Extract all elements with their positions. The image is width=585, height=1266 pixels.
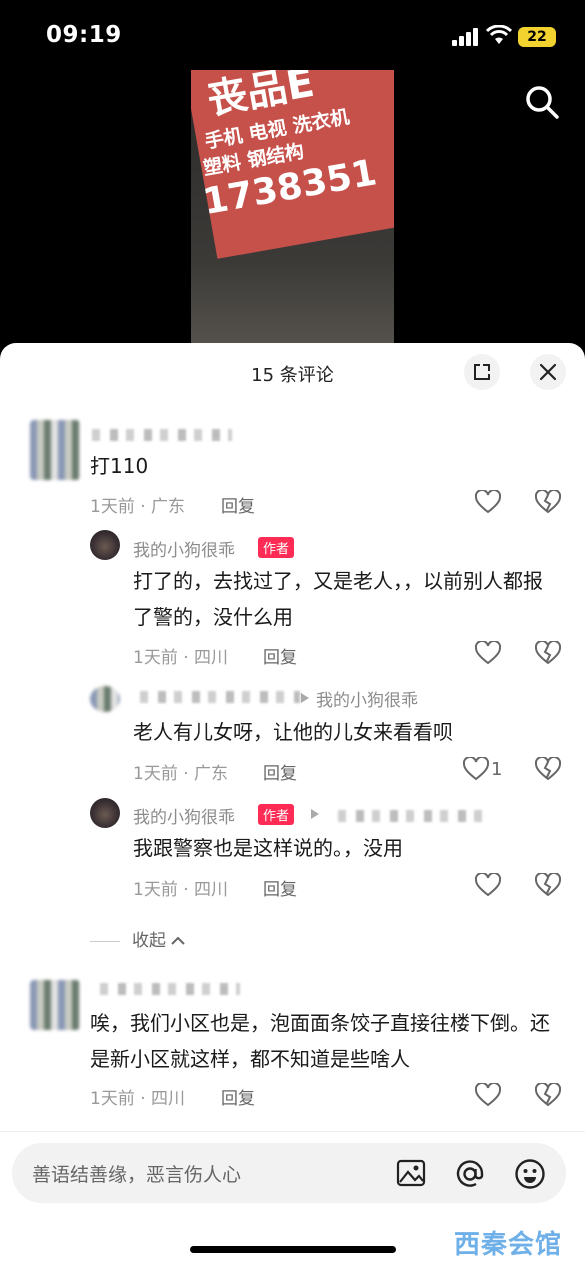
wifi-icon bbox=[486, 25, 512, 44]
avatar[interactable] bbox=[90, 798, 120, 828]
dislike-icon[interactable] bbox=[535, 490, 561, 514]
home-indicator[interactable] bbox=[190, 1246, 396, 1253]
comment-meta: 1天前 · 广东 bbox=[90, 497, 186, 517]
reply-button[interactable]: 回复 bbox=[263, 759, 297, 784]
comment-input-placeholder: 善语结善缘，恶言伤人心 bbox=[32, 1164, 242, 1186]
reply-arrow-icon bbox=[301, 693, 309, 703]
status-bar: 09:19 22 bbox=[0, 0, 585, 70]
heart-icon[interactable] bbox=[475, 873, 501, 897]
heart-icon[interactable] bbox=[475, 1083, 501, 1107]
commenter-name-blurred[interactable] bbox=[92, 429, 232, 441]
reply-to-name-blurred[interactable] bbox=[338, 810, 490, 822]
comment-input[interactable]: 善语结善缘，恶言伤人心 bbox=[12, 1143, 566, 1203]
author-badge: 作者 bbox=[258, 804, 295, 825]
collapse-replies-button[interactable]: 收起 bbox=[90, 926, 186, 951]
collapse-label: 收起 bbox=[132, 931, 166, 951]
heart-icon[interactable] bbox=[463, 757, 489, 781]
reply-meta: 1天前 · 广东 bbox=[133, 764, 229, 784]
reply-author-name-blurred[interactable] bbox=[140, 691, 300, 703]
reply-text: 我跟警察也是这样说的。，没用 bbox=[133, 836, 403, 860]
watermark: 西秦会馆 bbox=[454, 1230, 563, 1260]
expand-button[interactable] bbox=[464, 354, 500, 390]
divider bbox=[0, 1131, 585, 1132]
image-icon[interactable] bbox=[396, 1159, 426, 1187]
close-icon bbox=[539, 363, 557, 381]
battery-indicator: 22 bbox=[518, 27, 556, 47]
avatar[interactable] bbox=[90, 686, 120, 712]
author-badge: 作者 bbox=[258, 537, 295, 558]
reply-meta: 1天前 · 四川 bbox=[133, 880, 229, 900]
chevron-up-icon bbox=[171, 936, 186, 945]
reply-author-name[interactable]: 我的小狗很乖 bbox=[133, 536, 235, 561]
status-time: 09:19 bbox=[46, 22, 122, 48]
reply-button[interactable]: 回复 bbox=[221, 1084, 255, 1109]
dislike-icon[interactable] bbox=[535, 1083, 561, 1107]
signal-icon bbox=[452, 28, 478, 46]
collapse-divider bbox=[90, 940, 120, 942]
comments-sheet: 15 条评论 打110 1天前 · 广东 回复 我的小狗很乖 作者 打了的，去找… bbox=[0, 343, 585, 1266]
reply-button[interactable]: 回复 bbox=[263, 643, 297, 668]
reply-text: 打了的，去找过了，又是老人，，以前别人都报了警的，没什么用 bbox=[133, 569, 543, 629]
reply-arrow-icon bbox=[311, 809, 319, 819]
heart-icon[interactable] bbox=[475, 490, 501, 514]
video-player[interactable]: 丧品E 手机 电视 洗衣机 塑料 钢结构 1738351 bbox=[191, 70, 394, 345]
reply-meta: 1天前 · 四川 bbox=[133, 648, 229, 668]
reply-button[interactable]: 回复 bbox=[263, 875, 297, 900]
reply-button[interactable]: 回复 bbox=[221, 492, 255, 517]
video-sign-image: 丧品E 手机 电视 洗衣机 塑料 钢结构 1738351 bbox=[191, 70, 394, 259]
close-button[interactable] bbox=[530, 354, 566, 390]
dislike-icon[interactable] bbox=[535, 641, 561, 665]
emoji-icon[interactable] bbox=[514, 1158, 546, 1190]
search-icon[interactable] bbox=[524, 84, 560, 120]
dislike-icon[interactable] bbox=[535, 757, 561, 781]
reply-text: 老人有儿女呀，让他的儿女来看看呗 bbox=[133, 720, 453, 744]
avatar[interactable] bbox=[30, 980, 80, 1030]
comment-text: 唉，我们小区也是，泡面面条饺子直接往楼下倒。还是新小区就这样，都不知道是些啥人 bbox=[90, 1011, 550, 1071]
reply-author-name[interactable]: 我的小狗很乖 bbox=[133, 803, 235, 828]
commenter-name-blurred[interactable] bbox=[100, 983, 240, 995]
heart-icon[interactable] bbox=[475, 641, 501, 665]
comment-meta: 1天前 · 四川 bbox=[90, 1089, 186, 1109]
comment-text: 打110 bbox=[90, 454, 149, 478]
mention-icon[interactable] bbox=[454, 1158, 486, 1190]
expand-icon bbox=[474, 364, 490, 380]
like-count: 1 bbox=[491, 759, 503, 780]
avatar[interactable] bbox=[90, 530, 120, 560]
reply-to-name[interactable]: 我的小狗很乖 bbox=[316, 686, 418, 711]
avatar[interactable] bbox=[30, 420, 80, 480]
dislike-icon[interactable] bbox=[535, 873, 561, 897]
